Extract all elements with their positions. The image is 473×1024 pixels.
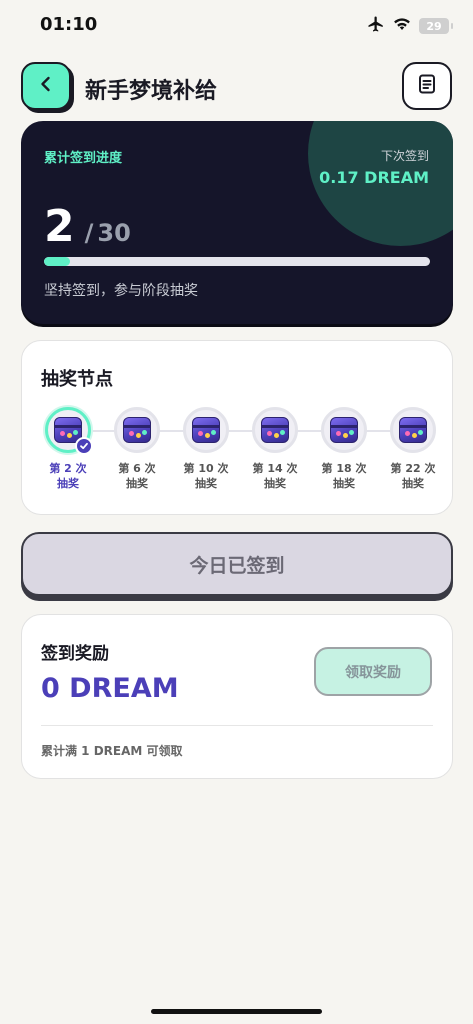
claim-reward-button[interactable]: 领取奖励 bbox=[314, 647, 432, 696]
treasure-chest-icon bbox=[252, 407, 298, 453]
lottery-node-text: 抽奖 bbox=[333, 477, 355, 490]
lottery-node-text: 抽奖 bbox=[195, 477, 217, 490]
lottery-node-count: 第 10 次 bbox=[183, 462, 229, 475]
document-icon bbox=[416, 73, 438, 99]
treasure-chest-icon bbox=[183, 407, 229, 453]
treasure-chest-icon bbox=[321, 407, 367, 453]
lottery-node-text: 抽奖 bbox=[126, 477, 148, 490]
lottery-node-4[interactable]: 第 14 次 抽奖 bbox=[240, 407, 310, 491]
page-title: 新手梦境补给 bbox=[85, 79, 218, 104]
lottery-node-2[interactable]: 第 6 次 抽奖 bbox=[102, 407, 172, 491]
lottery-node-label: 第 6 次 抽奖 bbox=[102, 461, 172, 491]
next-checkin-value: 0.17 DREAM bbox=[319, 168, 429, 187]
progress-label: 累计签到进度 bbox=[44, 151, 123, 166]
lottery-node-count: 第 2 次 bbox=[49, 462, 87, 475]
lottery-node-text: 抽奖 bbox=[402, 477, 424, 490]
lottery-title: 抽奖节点 bbox=[41, 369, 113, 390]
reward-note: 累计满 1 DREAM 可领取 bbox=[41, 744, 183, 758]
lottery-node-label: 第 10 次 抽奖 bbox=[171, 461, 241, 491]
checkin-separator: / bbox=[84, 219, 94, 247]
reward-value: 0 DREAM bbox=[41, 673, 179, 704]
treasure-chest-icon bbox=[114, 407, 160, 453]
back-button[interactable] bbox=[21, 62, 71, 110]
progress-hint: 坚持签到，参与阶段抽奖 bbox=[44, 283, 198, 299]
home-indicator bbox=[151, 1009, 322, 1014]
lottery-node-text: 抽奖 bbox=[57, 477, 79, 490]
lottery-node-label: 第 18 次 抽奖 bbox=[309, 461, 379, 491]
lottery-node-text: 抽奖 bbox=[264, 477, 286, 490]
next-checkin-label: 下次签到 bbox=[380, 149, 429, 163]
chevron-left-icon bbox=[36, 74, 56, 98]
checkin-total: 30 bbox=[97, 219, 131, 247]
reward-title: 签到奖励 bbox=[41, 644, 109, 664]
lottery-node-5[interactable]: 第 18 次 抽奖 bbox=[309, 407, 379, 491]
checkin-reward-card: 签到奖励 0 DREAM 领取奖励 累计满 1 DREAM 可领取 bbox=[21, 614, 453, 779]
progress-bar bbox=[44, 257, 430, 266]
page-header: 新手梦境补给 bbox=[0, 60, 473, 112]
checkin-progress-card: 累计签到进度 下次签到 0.17 DREAM 2 / 30 坚持签到，参与阶段抽… bbox=[21, 121, 453, 324]
lottery-node-label: 第 14 次 抽奖 bbox=[240, 461, 310, 491]
status-bar: 01:10 29 bbox=[0, 0, 473, 52]
lottery-node-label: 第 2 次 抽奖 bbox=[33, 461, 103, 491]
status-time: 01:10 bbox=[40, 14, 98, 35]
airplane-icon bbox=[367, 15, 385, 37]
lottery-nodes-card: 抽奖节点 第 2 次 抽奖 第 6 次 抽奖 第 10 次 抽奖 第 14 次 … bbox=[21, 340, 453, 515]
checkin-current: 2 bbox=[44, 201, 75, 252]
lottery-node-count: 第 6 次 bbox=[118, 462, 156, 475]
lottery-node-label: 第 22 次 抽奖 bbox=[378, 461, 448, 491]
rules-button[interactable] bbox=[402, 62, 452, 110]
lottery-node-count: 第 14 次 bbox=[252, 462, 298, 475]
lottery-node-count: 第 18 次 bbox=[321, 462, 367, 475]
treasure-chest-icon bbox=[390, 407, 436, 453]
lottery-node-count: 第 22 次 bbox=[390, 462, 436, 475]
lottery-node-1[interactable]: 第 2 次 抽奖 bbox=[33, 407, 103, 491]
checkmark-icon bbox=[75, 437, 93, 455]
lottery-node-6[interactable]: 第 22 次 抽奖 bbox=[378, 407, 448, 491]
wifi-icon bbox=[393, 16, 411, 36]
lottery-node-3[interactable]: 第 10 次 抽奖 bbox=[171, 407, 241, 491]
battery-icon: 29 bbox=[419, 18, 453, 34]
treasure-chest-icon bbox=[45, 407, 93, 455]
checkin-button[interactable]: 今日已签到 bbox=[21, 532, 453, 596]
status-icons: 29 bbox=[367, 15, 453, 37]
checkin-count: 2 / 30 bbox=[44, 201, 131, 252]
divider bbox=[41, 725, 433, 726]
progress-bar-fill bbox=[44, 257, 70, 266]
